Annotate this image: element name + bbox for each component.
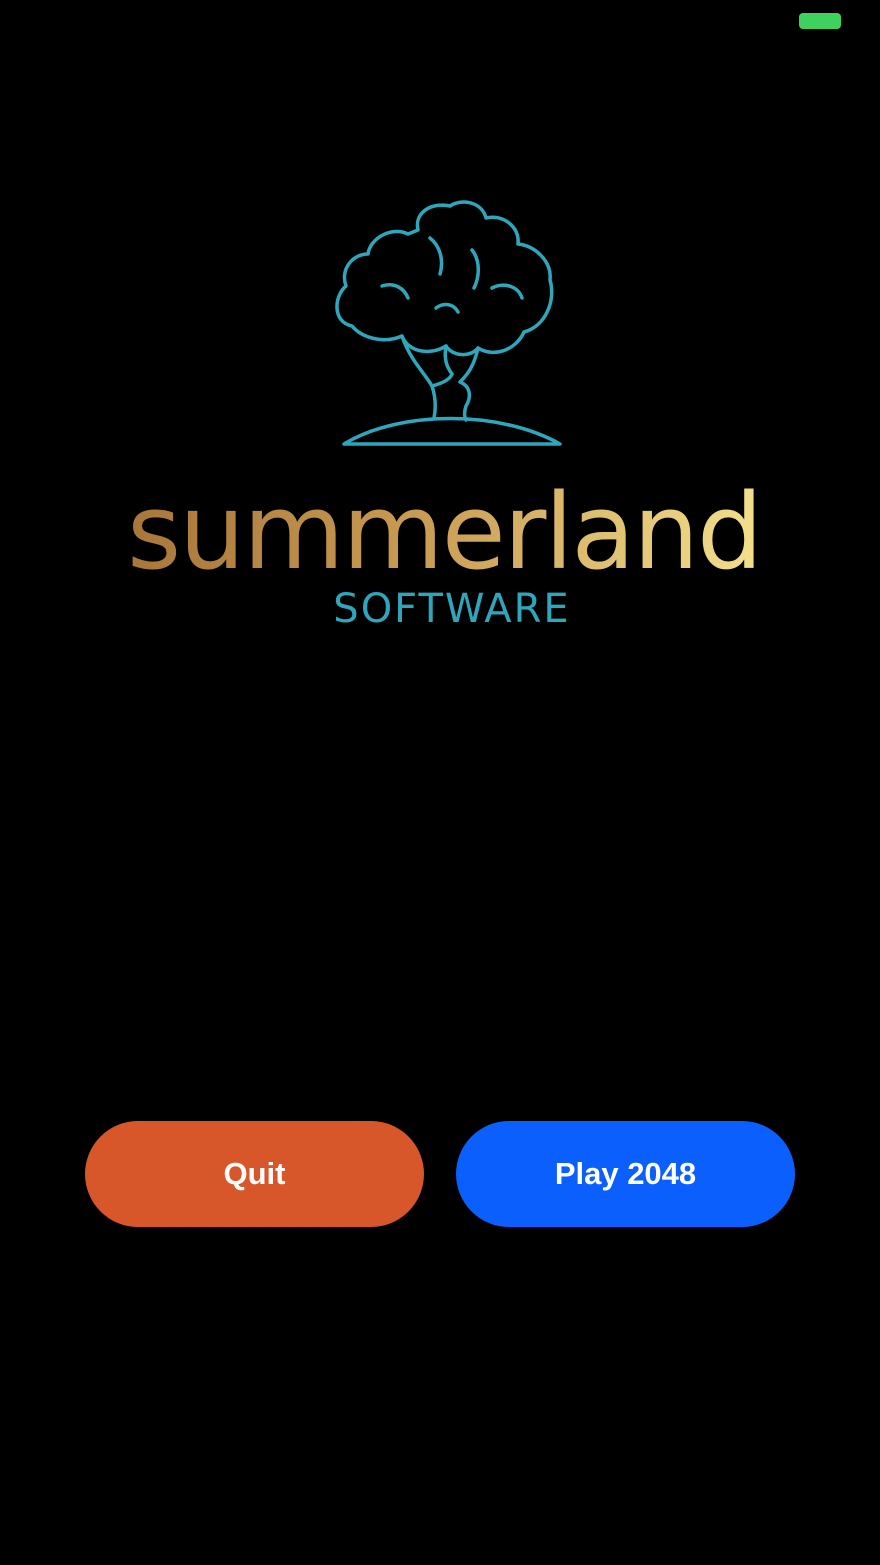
summerland-logo: summerland SOFTWARE xyxy=(0,190,880,640)
brand-wordmark: summerland xyxy=(127,471,761,593)
quit-button[interactable]: Quit xyxy=(85,1121,424,1227)
tree-icon xyxy=(335,200,562,446)
play-2048-button[interactable]: Play 2048 xyxy=(456,1121,795,1227)
status-indicator xyxy=(799,13,841,29)
brand-subtitle: SOFTWARE xyxy=(333,586,570,632)
